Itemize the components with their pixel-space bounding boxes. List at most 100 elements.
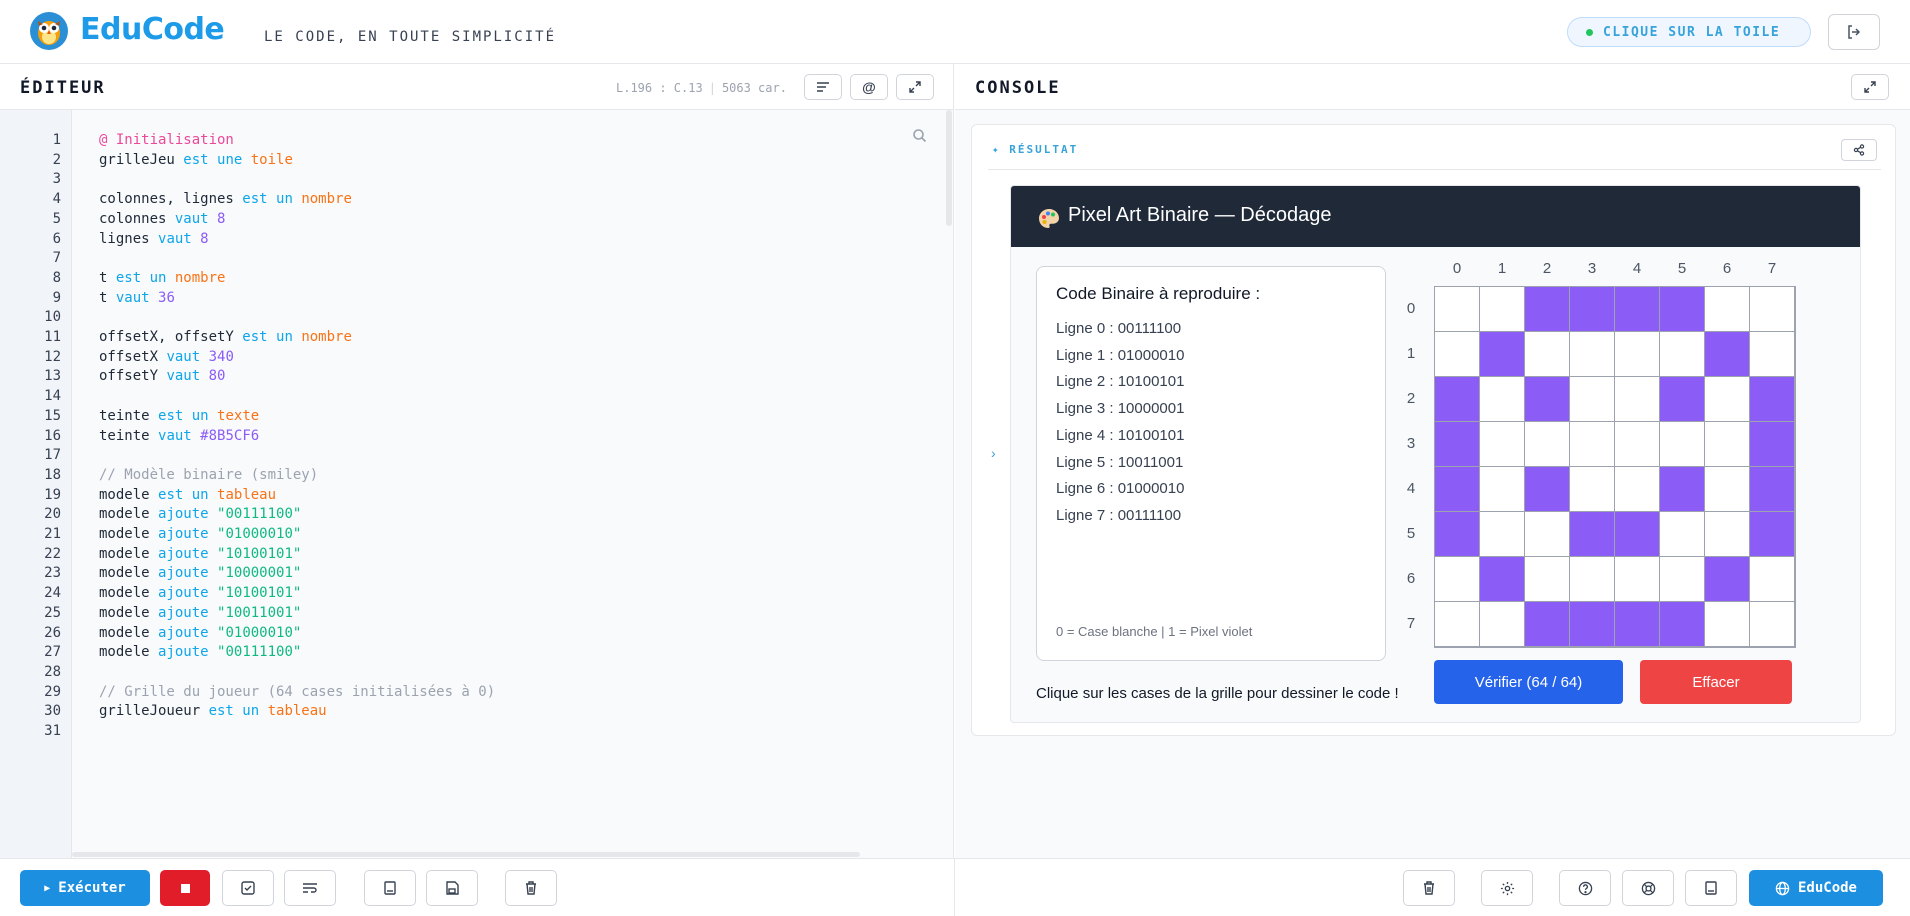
grid-cell[interactable] (1480, 512, 1524, 556)
search-icon[interactable] (912, 128, 927, 143)
settings-button[interactable] (1481, 870, 1533, 906)
save-button[interactable] (426, 870, 478, 906)
grid-cell[interactable] (1570, 602, 1614, 646)
docs-button[interactable] (364, 870, 416, 906)
stop-button[interactable] (160, 870, 210, 906)
share-button[interactable] (1841, 139, 1877, 161)
grid-cell[interactable] (1615, 287, 1659, 331)
grid-cell[interactable] (1615, 377, 1659, 421)
educode-button[interactable]: EduCode (1749, 870, 1883, 906)
grid-cell[interactable] (1525, 422, 1569, 466)
logout-button[interactable] (1828, 14, 1880, 50)
grid-cell[interactable] (1705, 602, 1749, 646)
grid-cell[interactable] (1480, 422, 1524, 466)
grid-cell[interactable] (1525, 332, 1569, 376)
grid-cell[interactable] (1705, 467, 1749, 511)
grid-cell[interactable] (1705, 422, 1749, 466)
binary-code-row: Ligne 5 : 10011001 (1056, 453, 1184, 471)
grid-cell[interactable] (1705, 377, 1749, 421)
grid-cell[interactable] (1480, 557, 1524, 601)
grid-cell[interactable] (1615, 422, 1659, 466)
grid-row-label: 7 (1406, 615, 1416, 632)
format-button[interactable] (804, 74, 842, 100)
grid-cell[interactable] (1705, 557, 1749, 601)
editor-expand-button[interactable] (896, 74, 934, 100)
grid-cell[interactable] (1660, 287, 1704, 331)
grid-cell[interactable] (1750, 332, 1794, 376)
at-symbol-button[interactable]: @ (850, 74, 888, 100)
grid-cell[interactable] (1705, 332, 1749, 376)
grid-cell[interactable] (1660, 422, 1704, 466)
grid-cell[interactable] (1435, 512, 1479, 556)
vertical-scrollbar[interactable] (946, 110, 952, 226)
grid-cell[interactable] (1660, 602, 1704, 646)
grid-cell[interactable] (1660, 377, 1704, 421)
grid-cell[interactable] (1750, 287, 1794, 331)
grid-cell[interactable] (1570, 422, 1614, 466)
expand-icon (1864, 81, 1876, 93)
grid-cell[interactable] (1660, 557, 1704, 601)
grid-cell[interactable] (1480, 602, 1524, 646)
grid-cell[interactable] (1525, 377, 1569, 421)
grid-cell[interactable] (1435, 287, 1479, 331)
reference-button[interactable] (1685, 870, 1737, 906)
chevron-right-icon[interactable]: › (991, 445, 996, 461)
grid-cell[interactable] (1525, 287, 1569, 331)
result-label: ✦ RÉSULTAT (992, 143, 1079, 156)
grid-cell[interactable] (1570, 377, 1614, 421)
grid-cell[interactable] (1480, 287, 1524, 331)
grid-cell[interactable] (1750, 377, 1794, 421)
grid-cell[interactable] (1435, 422, 1479, 466)
grid-cell[interactable] (1570, 467, 1614, 511)
grid-cell[interactable] (1615, 467, 1659, 511)
clear-button[interactable]: Effacer (1640, 660, 1792, 704)
grid-cell[interactable] (1660, 332, 1704, 376)
grid-cell[interactable] (1435, 602, 1479, 646)
verify-button[interactable]: Vérifier (64 / 64) (1434, 660, 1623, 704)
run-button[interactable]: ▶ Exécuter (20, 870, 150, 906)
grid-cell[interactable] (1750, 422, 1794, 466)
line-number: 8 (52, 269, 61, 286)
support-button[interactable] (1622, 870, 1674, 906)
grid-cell[interactable] (1480, 332, 1524, 376)
grid-cell[interactable] (1615, 512, 1659, 556)
grid-cell[interactable] (1705, 512, 1749, 556)
grid-cell[interactable] (1750, 467, 1794, 511)
grid-cell[interactable] (1435, 467, 1479, 511)
grid-cell[interactable] (1615, 332, 1659, 376)
help-button[interactable] (1559, 870, 1611, 906)
pixel-grid[interactable] (1434, 286, 1796, 648)
grid-cell[interactable] (1525, 602, 1569, 646)
grid-cell[interactable] (1480, 377, 1524, 421)
binary-code-row: Ligne 1 : 01000010 (1056, 346, 1185, 364)
grid-cell[interactable] (1525, 467, 1569, 511)
check-button[interactable] (222, 870, 274, 906)
line-number: 3 (52, 171, 61, 188)
grid-cell[interactable] (1435, 332, 1479, 376)
grid-cell[interactable] (1435, 377, 1479, 421)
code-editor[interactable]: 1 2 3 4 5 6 7 8 9 10 11 12 13 14 15 16 17 18 19 20 21 22 23 24 2… (0, 110, 954, 858)
grid-cell[interactable] (1525, 512, 1569, 556)
grid-cell[interactable] (1660, 512, 1704, 556)
grid-cell[interactable] (1525, 557, 1569, 601)
delete-button[interactable] (505, 870, 557, 906)
grid-cell[interactable] (1750, 557, 1794, 601)
grid-cell[interactable] (1615, 602, 1659, 646)
grid-row-label: 5 (1406, 525, 1416, 542)
wrap-button[interactable] (284, 870, 336, 906)
grid-cell[interactable] (1570, 332, 1614, 376)
grid-cell[interactable] (1705, 287, 1749, 331)
clear-console-button[interactable] (1403, 870, 1455, 906)
grid-cell[interactable] (1570, 287, 1614, 331)
grid-cell[interactable] (1435, 557, 1479, 601)
grid-cell[interactable] (1615, 557, 1659, 601)
console-expand-button[interactable] (1851, 74, 1889, 100)
grid-cell[interactable] (1750, 602, 1794, 646)
grid-cell[interactable] (1660, 467, 1704, 511)
grid-cell[interactable] (1480, 467, 1524, 511)
grid-cell[interactable] (1750, 512, 1794, 556)
grid-cell[interactable] (1570, 557, 1614, 601)
line-number: 7 (52, 250, 61, 267)
grid-cell[interactable] (1570, 512, 1614, 556)
horizontal-scrollbar[interactable] (72, 852, 860, 857)
